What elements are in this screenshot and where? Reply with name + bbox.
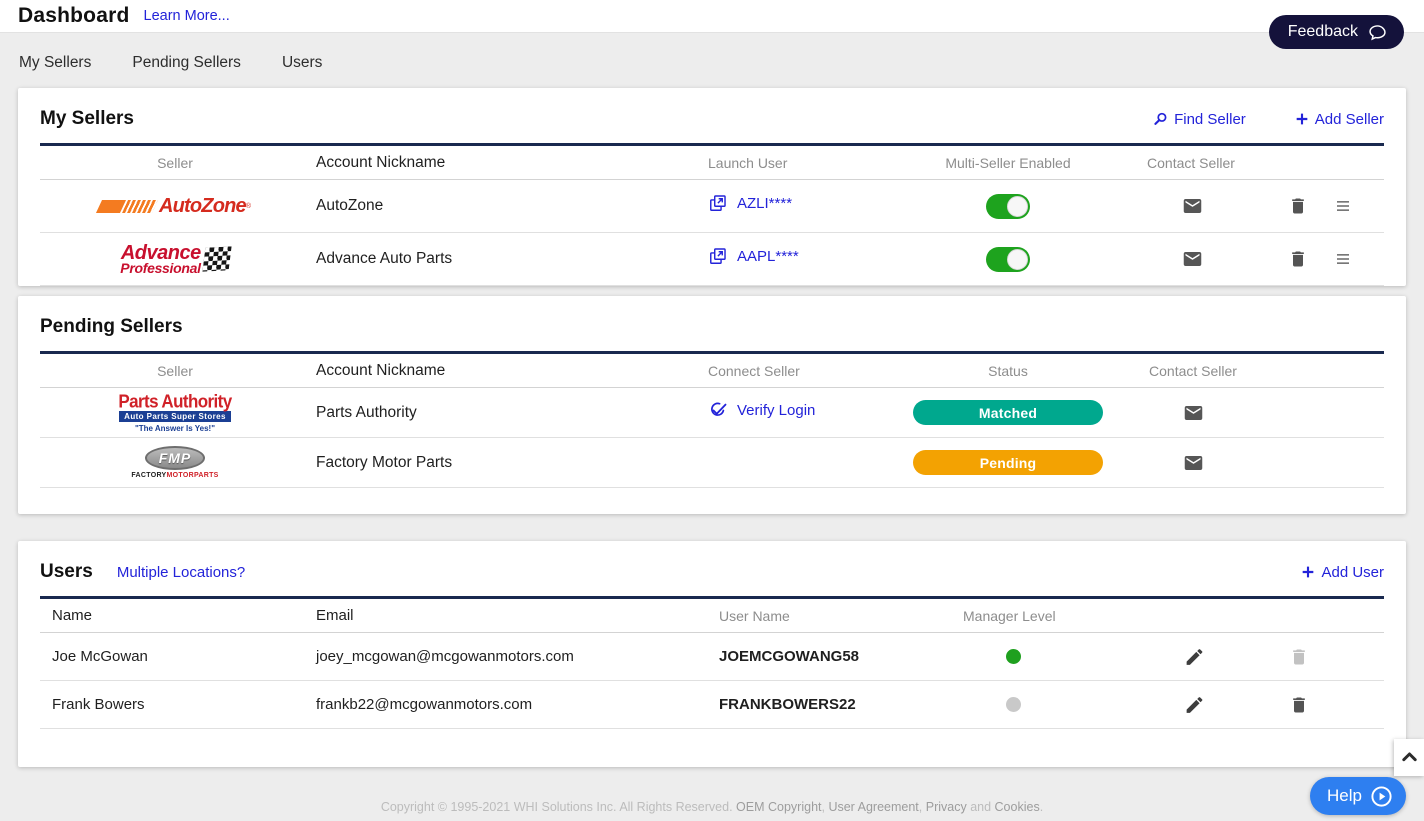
chevron-up-icon <box>1399 747 1420 768</box>
tab-pending-sellers[interactable]: Pending Sellers <box>132 54 241 88</box>
verify-login-link[interactable]: Verify Login <box>708 400 815 420</box>
col-launch-user: Launch User <box>700 155 930 171</box>
autozone-logo: AutoZone® <box>99 195 251 218</box>
edit-icon[interactable] <box>1184 646 1205 667</box>
col-account-nickname: Account Nickname <box>310 154 700 172</box>
col-connect-seller: Connect Seller <box>700 363 913 379</box>
find-seller-button[interactable]: Find Seller <box>1152 111 1246 128</box>
my-sellers-title: My Sellers <box>40 108 134 130</box>
mail-icon[interactable] <box>1182 249 1203 270</box>
feedback-button[interactable]: Feedback <box>1269 15 1404 49</box>
menu-icon[interactable] <box>1334 197 1352 215</box>
col-user-name: User Name <box>719 608 963 624</box>
status-badge: Pending <box>913 450 1103 475</box>
account-nickname: AutoZone <box>310 197 700 215</box>
trash-icon[interactable] <box>1288 249 1308 269</box>
users-column-headers: Name Email User Name Manager Level <box>40 599 1384 633</box>
table-row-joe-mcgowan: Joe McGowan joey_mcgowan@mcgowanmotors.c… <box>40 633 1384 681</box>
play-circle-icon <box>1370 785 1393 808</box>
user-email-cell: joey_mcgowan@mcgowanmotors.com <box>316 648 719 665</box>
multi-seller-toggle[interactable] <box>986 194 1030 219</box>
speech-bubble-icon <box>1367 22 1388 43</box>
help-button[interactable]: Help <box>1310 777 1406 815</box>
account-nickname: Parts Authority <box>310 404 700 422</box>
tab-users[interactable]: Users <box>282 54 322 88</box>
multiple-locations-link[interactable]: Multiple Locations? <box>117 564 245 581</box>
multi-seller-toggle[interactable] <box>986 247 1030 272</box>
privacy-link[interactable]: Privacy <box>926 800 967 814</box>
learn-more-link[interactable]: Learn More... <box>144 8 230 24</box>
tab-bar: My Sellers Pending Sellers Users <box>0 33 1424 88</box>
edit-icon[interactable] <box>1184 694 1205 715</box>
user-name-cell: Joe McGowan <box>40 648 316 665</box>
table-row-parts-authority: Parts Authority Auto Parts Super Stores … <box>40 388 1384 438</box>
trash-icon[interactable] <box>1289 695 1309 715</box>
status-badge: Matched <box>913 400 1103 425</box>
advance-professional-logo: Advance Professional <box>120 244 229 275</box>
checkered-flag-icon <box>202 246 231 271</box>
page-title: Dashboard <box>18 4 130 28</box>
launch-icon <box>708 194 727 213</box>
mail-icon[interactable] <box>1183 452 1204 473</box>
pending-sellers-card: Pending Sellers Seller Account Nickname … <box>18 296 1406 514</box>
my-sellers-card: My Sellers Find Seller Add Seller Seller… <box>18 88 1406 286</box>
user-agreement-link[interactable]: User Agreement <box>828 800 918 814</box>
table-row-fmp: FMP FACTORYMOTORPARTS Factory Motor Part… <box>40 438 1384 488</box>
user-username-cell: JOEMCGOWANG58 <box>719 648 963 665</box>
user-email-cell: frankb22@mcgowanmotors.com <box>316 696 719 713</box>
account-nickname: Advance Auto Parts <box>310 250 700 268</box>
pending-sellers-title: Pending Sellers <box>40 316 183 338</box>
pending-sellers-title-row: Pending Sellers <box>40 296 1384 354</box>
help-label: Help <box>1327 786 1362 806</box>
table-row-autozone: AutoZone® AutoZone AZLI**** <box>40 180 1384 233</box>
users-card: Users Multiple Locations? Add User Name … <box>18 541 1406 767</box>
col-name: Name <box>40 607 316 624</box>
add-seller-button[interactable]: Add Seller <box>1294 111 1384 128</box>
check-circle-icon <box>708 400 728 420</box>
pending-sellers-column-headers: Seller Account Nickname Connect Seller S… <box>40 354 1384 388</box>
tab-my-sellers[interactable]: My Sellers <box>19 54 91 88</box>
trash-icon[interactable] <box>1288 196 1308 216</box>
factory-motor-parts-logo: FMP FACTORYMOTORPARTS <box>131 446 218 479</box>
users-title: Users <box>40 561 93 583</box>
col-email: Email <box>316 607 719 624</box>
manager-level-indicator <box>1006 697 1021 712</box>
feedback-label: Feedback <box>1288 23 1358 41</box>
col-seller: Seller <box>40 363 310 379</box>
table-row-frank-bowers: Frank Bowers frankb22@mcgowanmotors.com … <box>40 681 1384 729</box>
launch-user-link[interactable]: AZLI**** <box>708 194 792 213</box>
add-user-button[interactable]: Add User <box>1300 564 1384 581</box>
col-account-nickname: Account Nickname <box>310 362 700 380</box>
col-contact-seller: Contact Seller <box>1086 155 1296 171</box>
scroll-to-top-button[interactable] <box>1394 739 1424 776</box>
user-name-cell: Frank Bowers <box>40 696 316 713</box>
trash-icon[interactable] <box>1289 647 1309 667</box>
col-manager-level: Manager Level <box>963 608 1063 624</box>
user-username-cell: FRANKBOWERS22 <box>719 696 963 713</box>
my-sellers-column-headers: Seller Account Nickname Launch User Mult… <box>40 146 1384 180</box>
oem-copyright-link[interactable]: OEM Copyright <box>736 800 821 814</box>
search-icon <box>1152 111 1169 128</box>
cookies-link[interactable]: Cookies <box>995 800 1040 814</box>
mail-icon[interactable] <box>1183 402 1204 423</box>
footer-copyright: Copyright © 1995-2021 WHI Solutions Inc.… <box>0 800 1424 814</box>
users-title-row: Users Multiple Locations? Add User <box>40 541 1384 599</box>
plus-icon <box>1294 111 1310 127</box>
menu-icon[interactable] <box>1334 250 1352 268</box>
account-nickname: Factory Motor Parts <box>310 454 700 472</box>
launch-user-link[interactable]: AAPL**** <box>708 247 799 266</box>
launch-icon <box>708 247 727 266</box>
col-multi-seller: Multi-Seller Enabled <box>930 155 1086 171</box>
top-header: Dashboard Learn More... <box>0 0 1424 33</box>
col-contact-seller: Contact Seller <box>1103 363 1283 379</box>
manager-level-indicator <box>1006 649 1021 664</box>
col-status: Status <box>913 363 1103 379</box>
col-seller: Seller <box>40 155 310 171</box>
mail-icon[interactable] <box>1182 196 1203 217</box>
plus-icon <box>1300 564 1316 580</box>
table-row-advance: Advance Professional Advance Auto Parts … <box>40 233 1384 286</box>
parts-authority-logo: Parts Authority Auto Parts Super Stores … <box>118 393 231 433</box>
my-sellers-title-row: My Sellers Find Seller Add Seller <box>40 88 1384 146</box>
